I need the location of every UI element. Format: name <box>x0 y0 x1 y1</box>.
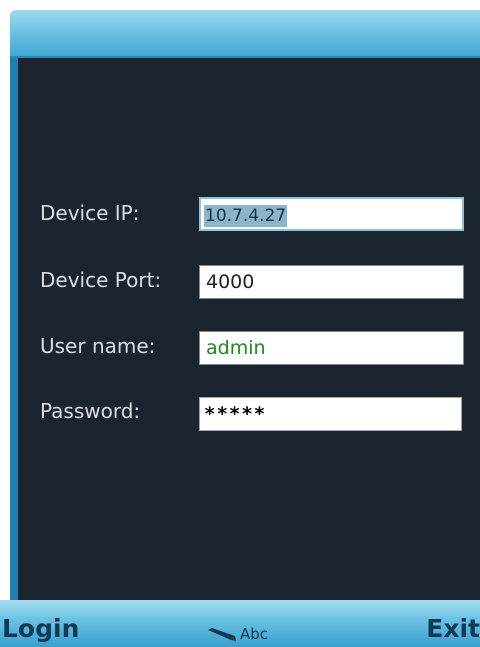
input-mode-indicator: Abc <box>207 627 268 642</box>
user-name-label: User name: <box>40 334 156 358</box>
device-port-input[interactable]: 4000 <box>199 265 464 299</box>
pencil-icon <box>208 628 236 641</box>
password-label: Password: <box>40 399 141 423</box>
device-port-label: Device Port: <box>40 268 162 292</box>
user-name-input[interactable]: admin <box>199 331 464 365</box>
login-softkey[interactable]: Login <box>2 614 79 643</box>
device-ip-input[interactable]: 10.7.4.27 <box>199 197 464 231</box>
login-form <box>10 58 480 600</box>
device-ip-label: Device IP: <box>40 201 140 225</box>
exit-softkey[interactable]: Exit <box>426 614 480 643</box>
password-input[interactable]: ***** <box>199 397 462 431</box>
device-ip-value: 10.7.4.27 <box>204 205 288 227</box>
app-screen: Device IP: 10.7.4.27 Device Port: 4000 U… <box>0 0 480 647</box>
softkey-bar: Login Abc Exit <box>0 600 480 647</box>
title-bar <box>10 10 480 58</box>
input-mode-label: Abc <box>240 625 269 643</box>
